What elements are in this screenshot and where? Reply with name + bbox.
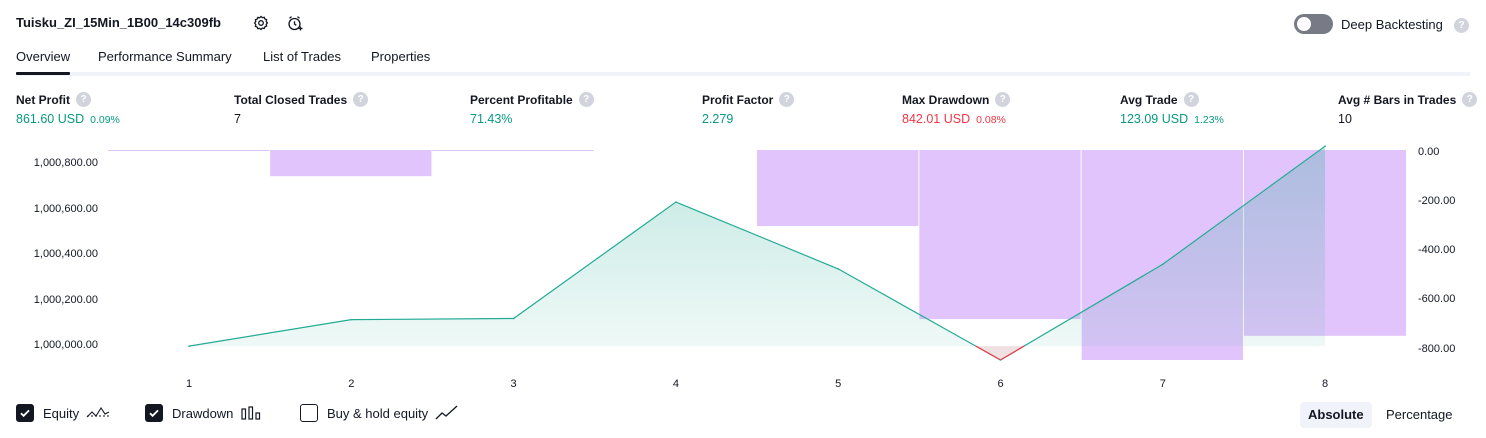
add-alert-icon[interactable] [284, 12, 306, 34]
drawdown-bar [270, 150, 432, 177]
stat-label: Total Closed Trades [234, 92, 348, 107]
info-icon[interactable]: ? [779, 92, 795, 107]
equity-checkbox-item[interactable]: Equity [16, 404, 110, 422]
stat-value: 842.01 USD [902, 112, 971, 126]
right-axis-tick-label: -600.00 [1418, 293, 1455, 305]
stat-value: 71.43% [470, 112, 513, 126]
equity-point [675, 201, 677, 203]
stat-label: Avg # Bars in Trades [1338, 92, 1457, 107]
stat-percent-profitable: Percent Profitable? 71.43% [470, 92, 594, 126]
left-axis-tick-label: 1,000,600.00 [34, 203, 98, 215]
stat-value: 2.279 [702, 112, 734, 126]
equity-point [512, 317, 515, 320]
equity-point [999, 359, 1002, 361]
buy-hold-line-icon [435, 405, 459, 421]
x-axis-tick-label: 8 [1322, 378, 1328, 390]
absolute-button[interactable]: Absolute [1300, 402, 1372, 428]
x-axis-tick-label: 7 [1160, 378, 1166, 390]
x-axis-tick-label: 2 [348, 378, 354, 390]
stat-net-profit: Net Profit? 861.60 USD 0.09% [16, 92, 120, 126]
stat-label: Profit Factor [702, 92, 774, 107]
tab-properties[interactable]: Properties [371, 49, 430, 64]
stats-row: Net Profit? 861.60 USD 0.09% Total Closed… [0, 92, 1486, 132]
buy-hold-checkbox-item[interactable]: Buy & hold equity [300, 404, 459, 422]
chart-svg: 1,000,800.00 1,000,600.00 1,000,400.00 1,00… [34, 145, 1455, 390]
stat-label: Net Profit [16, 92, 70, 107]
tab-performance-summary[interactable]: Performance Summary [98, 49, 232, 64]
drawdown-label: Drawdown [172, 405, 234, 421]
stat-avg-bars-in-trades: Avg # Bars in Trades? 10 [1338, 92, 1478, 126]
report-tabs: Overview Performance Summary List of Tra… [16, 46, 1470, 76]
equity-point [1324, 145, 1326, 148]
drawdown-bar [919, 150, 1081, 320]
top-bar: Tuisku_ZI_15Min_1B00_14c309fb Deep Backt… [0, 0, 1486, 46]
equity-below-area [975, 346, 1024, 360]
chart-legend: Equity Drawdown Buy & hold equity Absolu… [0, 402, 1486, 428]
info-icon[interactable]: ? [1183, 92, 1199, 107]
stat-percent: 1.23% [1194, 114, 1224, 126]
left-axis-tick-label: 1,000,800.00 [34, 157, 98, 169]
stat-value: 7 [234, 112, 241, 126]
tab-overview[interactable]: Overview [16, 49, 71, 75]
info-icon[interactable]: ? [1462, 92, 1478, 107]
equity-point [188, 345, 190, 347]
stat-profit-factor: Profit Factor? 2.279 [702, 92, 795, 126]
equity-point [350, 318, 353, 321]
drawdown-checkbox-item[interactable]: Drawdown [145, 404, 262, 422]
percentage-button[interactable]: Percentage [1378, 402, 1461, 428]
x-axis-tick-label: 1 [186, 378, 192, 390]
right-axis-tick-label: -200.00 [1418, 195, 1455, 207]
info-icon[interactable]: ? [995, 92, 1011, 107]
x-axis-tick-label: 6 [997, 378, 1003, 390]
strategy-name: Tuisku_ZI_15Min_1B00_14c309fb [16, 15, 221, 30]
drawdown-bars-icon [240, 405, 262, 421]
info-icon[interactable]: ? [353, 92, 369, 107]
left-axis-tick-label: 1,000,400.00 [34, 248, 98, 260]
right-axis-tick-label: -400.00 [1418, 244, 1455, 256]
stat-label: Max Drawdown [902, 92, 990, 107]
drawdown-bar [757, 150, 919, 227]
checkbox-checked-icon[interactable] [16, 404, 34, 422]
settings-icon[interactable] [250, 12, 272, 34]
tab-list-of-trades[interactable]: List of Trades [263, 49, 341, 64]
x-axis-tick-label: 5 [835, 378, 841, 390]
x-axis-tick-label: 4 [673, 378, 679, 390]
x-axis-tick-label: 3 [511, 378, 517, 390]
equity-line-icon [86, 405, 110, 421]
equity-label: Equity [43, 405, 80, 421]
stat-value: 10 [1338, 112, 1352, 126]
equity-point [1162, 263, 1164, 266]
drawdown-bar [432, 150, 594, 151]
stat-label: Percent Profitable [470, 92, 573, 107]
stat-percent: 0.09% [90, 114, 120, 126]
deep-backtesting-label: Deep Backtesting [1341, 17, 1443, 32]
buy-hold-label: Buy & hold equity [327, 405, 429, 421]
right-axis-tick-label: -800.00 [1418, 343, 1455, 355]
help-icon[interactable]: ? [1454, 18, 1469, 33]
left-axis-tick-label: 1,000,000.00 [34, 339, 98, 351]
stat-value: 861.60 USD [16, 112, 85, 126]
stat-value: 123.09 USD [1120, 112, 1189, 126]
checkbox-unchecked-icon[interactable] [300, 404, 318, 422]
info-icon[interactable]: ? [76, 92, 91, 107]
deep-backtesting-toggle[interactable] [1294, 14, 1333, 34]
equity-drawdown-chart[interactable]: 1,000,800.00 1,000,600.00 1,000,400.00 1,00… [0, 140, 1486, 398]
toggle-knob [1297, 17, 1311, 31]
stat-max-drawdown: Max Drawdown? 842.01 USD 0.08% [902, 92, 1011, 126]
equity-point [837, 268, 839, 270]
drawdown-bar [108, 150, 270, 151]
stat-label: Avg Trade [1120, 92, 1178, 107]
stat-total-closed-trades: Total Closed Trades? 7 [234, 92, 369, 126]
stat-percent: 0.08% [976, 114, 1006, 126]
info-icon[interactable]: ? [578, 92, 594, 107]
stat-avg-trade: Avg Trade? 123.09 USD 1.23% [1120, 92, 1224, 126]
left-axis-tick-label: 1,000,200.00 [34, 294, 98, 306]
right-axis-tick-label: 0.00 [1418, 146, 1439, 158]
checkbox-checked-icon[interactable] [145, 404, 163, 422]
